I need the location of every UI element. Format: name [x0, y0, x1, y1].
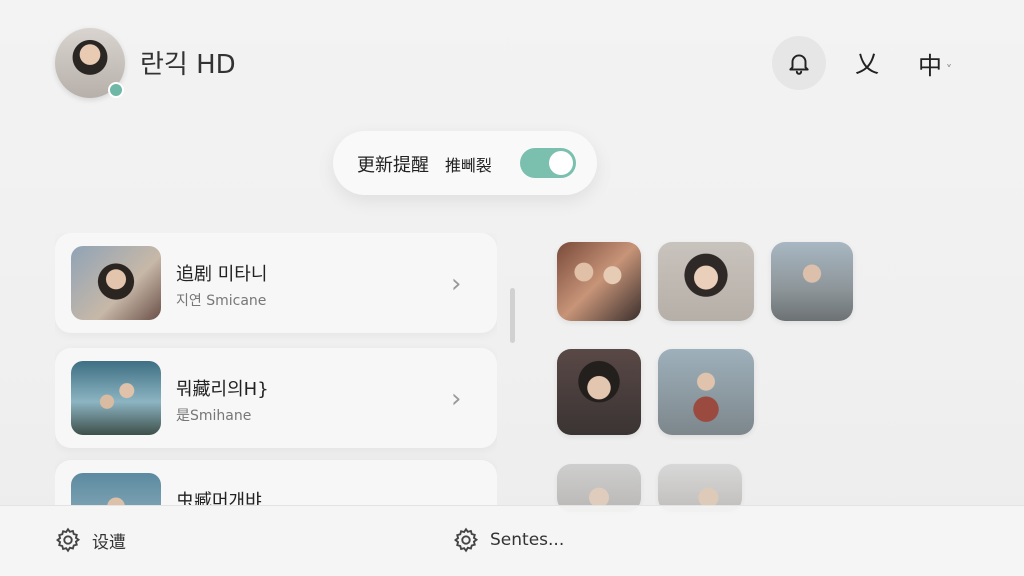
- grid-tile[interactable]: [771, 242, 853, 321]
- list-item[interactable]: 虫臧머개뱌 ›: [55, 460, 497, 505]
- drama-list: 追剧 미타니 지연 Smicane › 뭐藏리의H} 是Smihane › 虫臧…: [55, 233, 497, 505]
- update-reminder-toggle-card: 更新提醒 推뻬裂: [333, 131, 597, 195]
- drama-grid: [557, 242, 857, 512]
- language-label: 中: [918, 52, 942, 80]
- list-item-title: 뭐藏리의H}: [176, 379, 269, 400]
- header: 란긱 HD 乂 中 ˅: [0, 0, 1024, 120]
- list-item[interactable]: 追剧 미타니 지연 Smicane ›: [55, 233, 497, 333]
- sentes-label: Sentes...: [490, 530, 565, 550]
- grid-tile[interactable]: [557, 349, 641, 435]
- sentes-button[interactable]: Sentes...: [452, 526, 564, 554]
- bottom-bar: 设遭 Sentes...: [0, 505, 1024, 576]
- app-title: 란긱 HD: [140, 50, 236, 80]
- settings-button[interactable]: 设遭: [54, 526, 126, 554]
- bell-icon: [789, 54, 809, 75]
- grid-tile[interactable]: [658, 242, 754, 321]
- list-item[interactable]: 뭐藏리의H} 是Smihane ›: [55, 348, 497, 448]
- update-reminder-sublabel: 推뻬裂: [445, 156, 492, 175]
- collapse-button[interactable]: 乂: [855, 44, 879, 79]
- drama-thumbnail: [71, 473, 161, 505]
- switch-knob: [549, 151, 573, 175]
- gear-icon: [453, 527, 479, 553]
- chevron-down-icon: ˅: [946, 63, 952, 77]
- update-reminder-label: 更新提醒: [357, 155, 429, 176]
- chevron-right-icon: ›: [451, 269, 462, 299]
- update-reminder-switch[interactable]: [520, 148, 576, 178]
- list-item-subtitle: 지연 Smicane: [176, 293, 267, 309]
- drama-thumbnail: [71, 246, 161, 320]
- chevron-right-icon: ›: [451, 384, 462, 414]
- online-status-badge: [108, 82, 124, 98]
- chevron-right-icon: ›: [451, 496, 461, 505]
- drama-thumbnail: [71, 361, 161, 435]
- notifications-button[interactable]: [772, 36, 826, 90]
- list-item-title: 虫臧머개뱌: [176, 491, 262, 505]
- grid-tile[interactable]: [658, 349, 754, 435]
- grid-tile[interactable]: [557, 242, 641, 321]
- language-selector[interactable]: 中 ˅: [918, 46, 952, 81]
- settings-label: 设遭: [92, 532, 126, 553]
- list-item-subtitle: 是Smihane: [176, 408, 252, 424]
- gear-icon: [55, 527, 81, 553]
- list-scrollbar[interactable]: [510, 288, 515, 343]
- list-item-title: 追剧 미타니: [176, 264, 268, 285]
